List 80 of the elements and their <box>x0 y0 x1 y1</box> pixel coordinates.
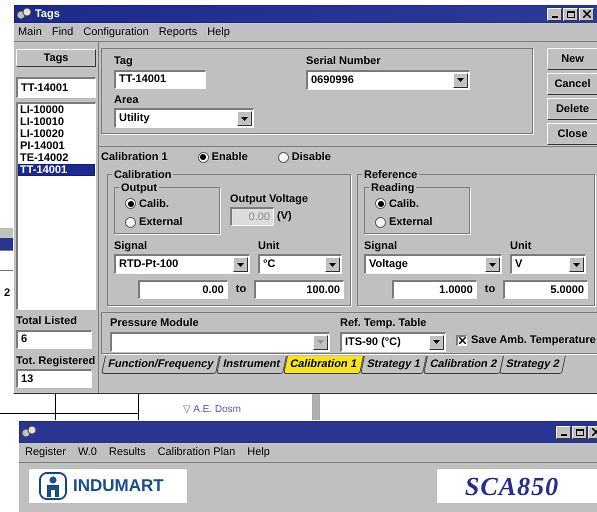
field-label: Ref. Temp. Table <box>340 316 428 331</box>
minimize-button[interactable] <box>547 8 562 20</box>
company-name: INDUMART <box>73 475 164 498</box>
tab[interactable]: Strategy 1 <box>360 356 427 374</box>
menu-item[interactable]: Main <box>18 24 42 40</box>
field-label: Unit <box>510 238 532 254</box>
field-label: Output Voltage <box>230 192 308 206</box>
signal-dropdown[interactable]: Voltage <box>364 254 502 274</box>
tag-list-item[interactable]: TT-14001 <box>18 164 95 176</box>
diagram-label: ▽ A.E. Dosm <box>183 403 242 417</box>
radio-option[interactable]: Calib. <box>375 196 419 212</box>
window-title: Tags <box>35 6 60 22</box>
field-label: Pressure Module <box>110 316 200 331</box>
tab[interactable]: Function/Frequency <box>101 356 220 374</box>
action-button[interactable]: Close <box>547 123 597 145</box>
range-to-field[interactable]: 5.0000 <box>503 280 588 299</box>
maximize-button[interactable] <box>572 426 587 438</box>
tab[interactable]: Strategy 2 <box>500 356 567 374</box>
field-label: Total Listed <box>16 314 78 329</box>
app-icon <box>16 7 32 21</box>
unit-dropdown[interactable]: V <box>510 254 586 274</box>
radio-option[interactable]: External <box>375 214 432 230</box>
close-icon <box>582 10 590 18</box>
menu-item[interactable]: Results <box>108 444 146 461</box>
serial-dropdown[interactable]: 0690996 <box>306 70 470 90</box>
field-label: Signal <box>364 238 398 254</box>
menu-item[interactable]: Reports <box>158 24 198 40</box>
minimize-button[interactable] <box>556 426 571 438</box>
unit-dropdown[interactable]: °C <box>258 254 342 274</box>
menu-item[interactable]: Help <box>247 444 270 461</box>
menu-item[interactable]: W.0 <box>78 444 97 461</box>
tag-list-item[interactable]: TE-14002 <box>18 152 95 164</box>
action-button[interactable]: New <box>547 48 597 70</box>
range-to-field[interactable]: 100.00 <box>254 280 344 299</box>
field-label: Unit <box>258 238 280 254</box>
action-button[interactable]: Cancel <box>547 73 597 95</box>
radio-option[interactable]: External <box>125 214 182 230</box>
ref-table-dropdown[interactable]: ITS-90 (°C) <box>340 332 446 352</box>
tab[interactable]: Calibration 1 <box>283 356 364 374</box>
unit-label: (V) <box>277 209 292 224</box>
app-icon <box>21 425 37 439</box>
tag-list-item[interactable]: PI-14001 <box>18 140 95 152</box>
tag-search-field[interactable]: TT-14001 <box>16 77 96 98</box>
menu-item[interactable]: Find <box>52 24 74 40</box>
panel-title: Calibration 1 <box>101 150 168 165</box>
check-mark-icon <box>458 337 466 344</box>
total-listed-field[interactable]: 6 <box>16 330 92 348</box>
range-from-field[interactable]: 0.00 <box>138 280 228 299</box>
close-button[interactable] <box>579 8 594 20</box>
logo-icon <box>39 472 67 500</box>
action-button[interactable]: Delete <box>547 98 597 120</box>
field-label: Serial Number <box>306 54 382 69</box>
row-number: 2 <box>4 286 10 301</box>
radio-option[interactable]: Calib. <box>125 196 169 212</box>
field-label: Tag <box>114 54 134 69</box>
product-name: SCA850 <box>464 470 560 502</box>
signal-dropdown[interactable]: RTD-Pt-100 <box>114 254 250 274</box>
menu-item[interactable]: Help <box>207 24 230 40</box>
menu-item[interactable]: Calibration Plan <box>158 444 236 461</box>
tag-list-item[interactable]: LI-10010 <box>18 116 95 128</box>
tag-list-item[interactable]: LI-10000 <box>18 104 95 116</box>
range-separator: to <box>236 282 246 298</box>
field-label: Signal <box>114 238 148 254</box>
tab[interactable]: Instrument <box>216 356 287 374</box>
tag-field[interactable]: TT-14001 <box>114 70 206 88</box>
range-from-field[interactable]: 1.0000 <box>392 280 477 299</box>
area-dropdown[interactable]: Utility <box>114 108 254 128</box>
field-label: Area <box>114 92 140 108</box>
range-separator: to <box>484 282 496 298</box>
menu-item[interactable]: Configuration <box>83 24 149 40</box>
field-label: Tot. Registered <box>16 354 96 368</box>
radio-option[interactable]: Enable <box>198 149 248 166</box>
tag-list-item[interactable]: LI-10020 <box>18 128 95 140</box>
tab[interactable]: Calibration 2 <box>422 356 504 374</box>
maximize-button[interactable] <box>563 8 578 20</box>
total-registered-field[interactable]: 13 <box>16 369 92 388</box>
save-checkbox[interactable]: Save Amb. Temperature <box>456 332 596 348</box>
menu-item[interactable]: Register <box>25 444 66 461</box>
radio-option[interactable]: Disable <box>278 149 331 166</box>
tags-header-button[interactable]: Tags <box>16 49 96 67</box>
